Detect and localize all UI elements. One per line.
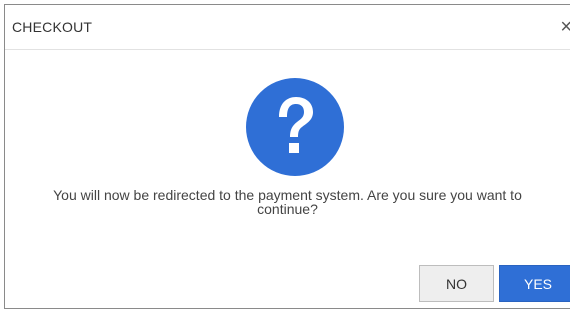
yes-button[interactable]: YES bbox=[499, 265, 570, 302]
checkout-dialog: CHECKOUT × You will now be redirected to… bbox=[4, 4, 570, 309]
confirmation-message: You will now be redirected to the paymen… bbox=[53, 187, 522, 217]
dialog-header: CHECKOUT × bbox=[5, 5, 570, 50]
question-circle-icon bbox=[245, 77, 345, 177]
close-icon[interactable]: × bbox=[560, 17, 570, 37]
dialog-title: CHECKOUT bbox=[12, 19, 93, 35]
no-button[interactable]: NO bbox=[419, 265, 494, 302]
